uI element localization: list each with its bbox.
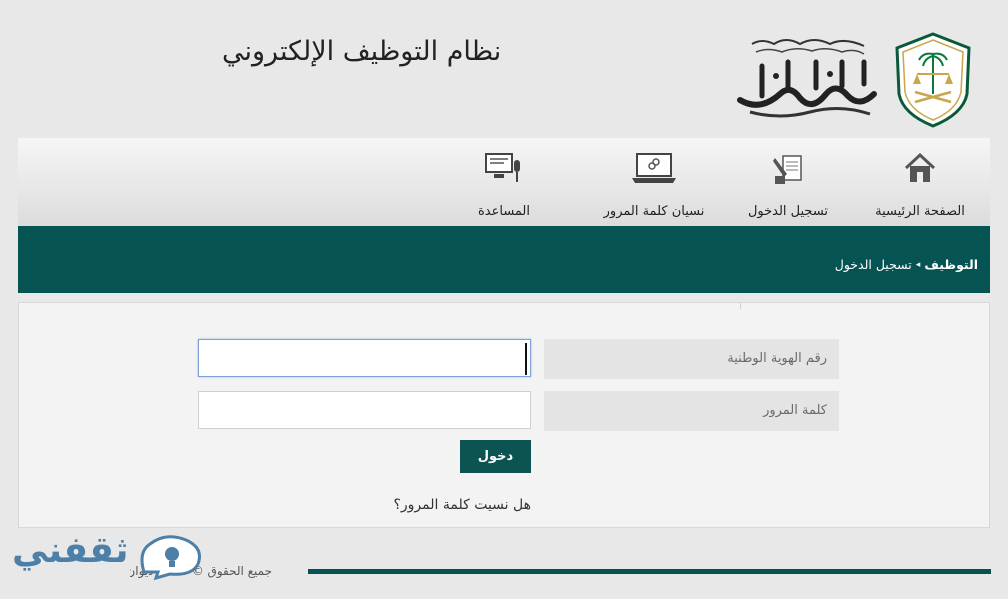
diwan-calligraphy-logo [737,39,877,118]
divider [740,303,741,309]
nav-label-help: المساعدة [477,204,531,219]
nav-item-login[interactable]: تسجيل الدخول [728,138,848,226]
emblem-icon [895,32,971,128]
breadcrumb: التوظيف ◂ تسجيل الدخول [835,257,978,272]
breadcrumb-current: تسجيل الدخول [834,257,912,272]
text-caret [525,343,527,375]
password-label: كلمة المرور [544,391,839,431]
home-icon [904,152,936,182]
nav-item-home[interactable]: الصفحة الرئيسية [856,138,984,226]
login-panel: رقم الهوية الوطنية كلمة المرور دخول هل ن… [18,302,990,528]
nav-label-forgot-password: نسيان كلمة المرور [603,204,705,219]
forgot-password-link[interactable]: هل نسيت كلمة المرور؟ [393,497,531,513]
national-id-label: رقم الهوية الوطنية [544,339,839,379]
password-input[interactable] [198,391,531,429]
footer-divider [308,569,991,574]
nav-item-help[interactable]: المساعدة [464,138,544,226]
national-id-input[interactable] [198,339,531,377]
login-icon [773,155,802,184]
help-desk-icon [485,153,520,182]
watermark-text: ثقفني [12,530,129,571]
breadcrumb-root-link[interactable]: التوظيف [924,257,978,272]
lightbulb-bubble-icon [140,535,201,580]
breadcrumb-separator-icon: ◂ [915,259,921,270]
main-nav: الصفحة الرئيسية تسجيل الدخول نسيان كلمة … [18,138,990,226]
page-banner: التوظيف ◂ تسجيل الدخول [18,226,990,293]
nav-item-forgot-password[interactable]: نسيان كلمة المرور [584,138,724,226]
nav-label-home: الصفحة الرئيسية [875,204,965,219]
nav-label-login: تسجيل الدخول [747,204,829,219]
laptop-link-icon [632,153,676,183]
login-submit-button[interactable]: دخول [460,440,531,473]
header: نظام التوظيف الإلكتروني [0,0,1008,138]
system-title: نظام التوظيف الإلكتروني [222,36,502,67]
